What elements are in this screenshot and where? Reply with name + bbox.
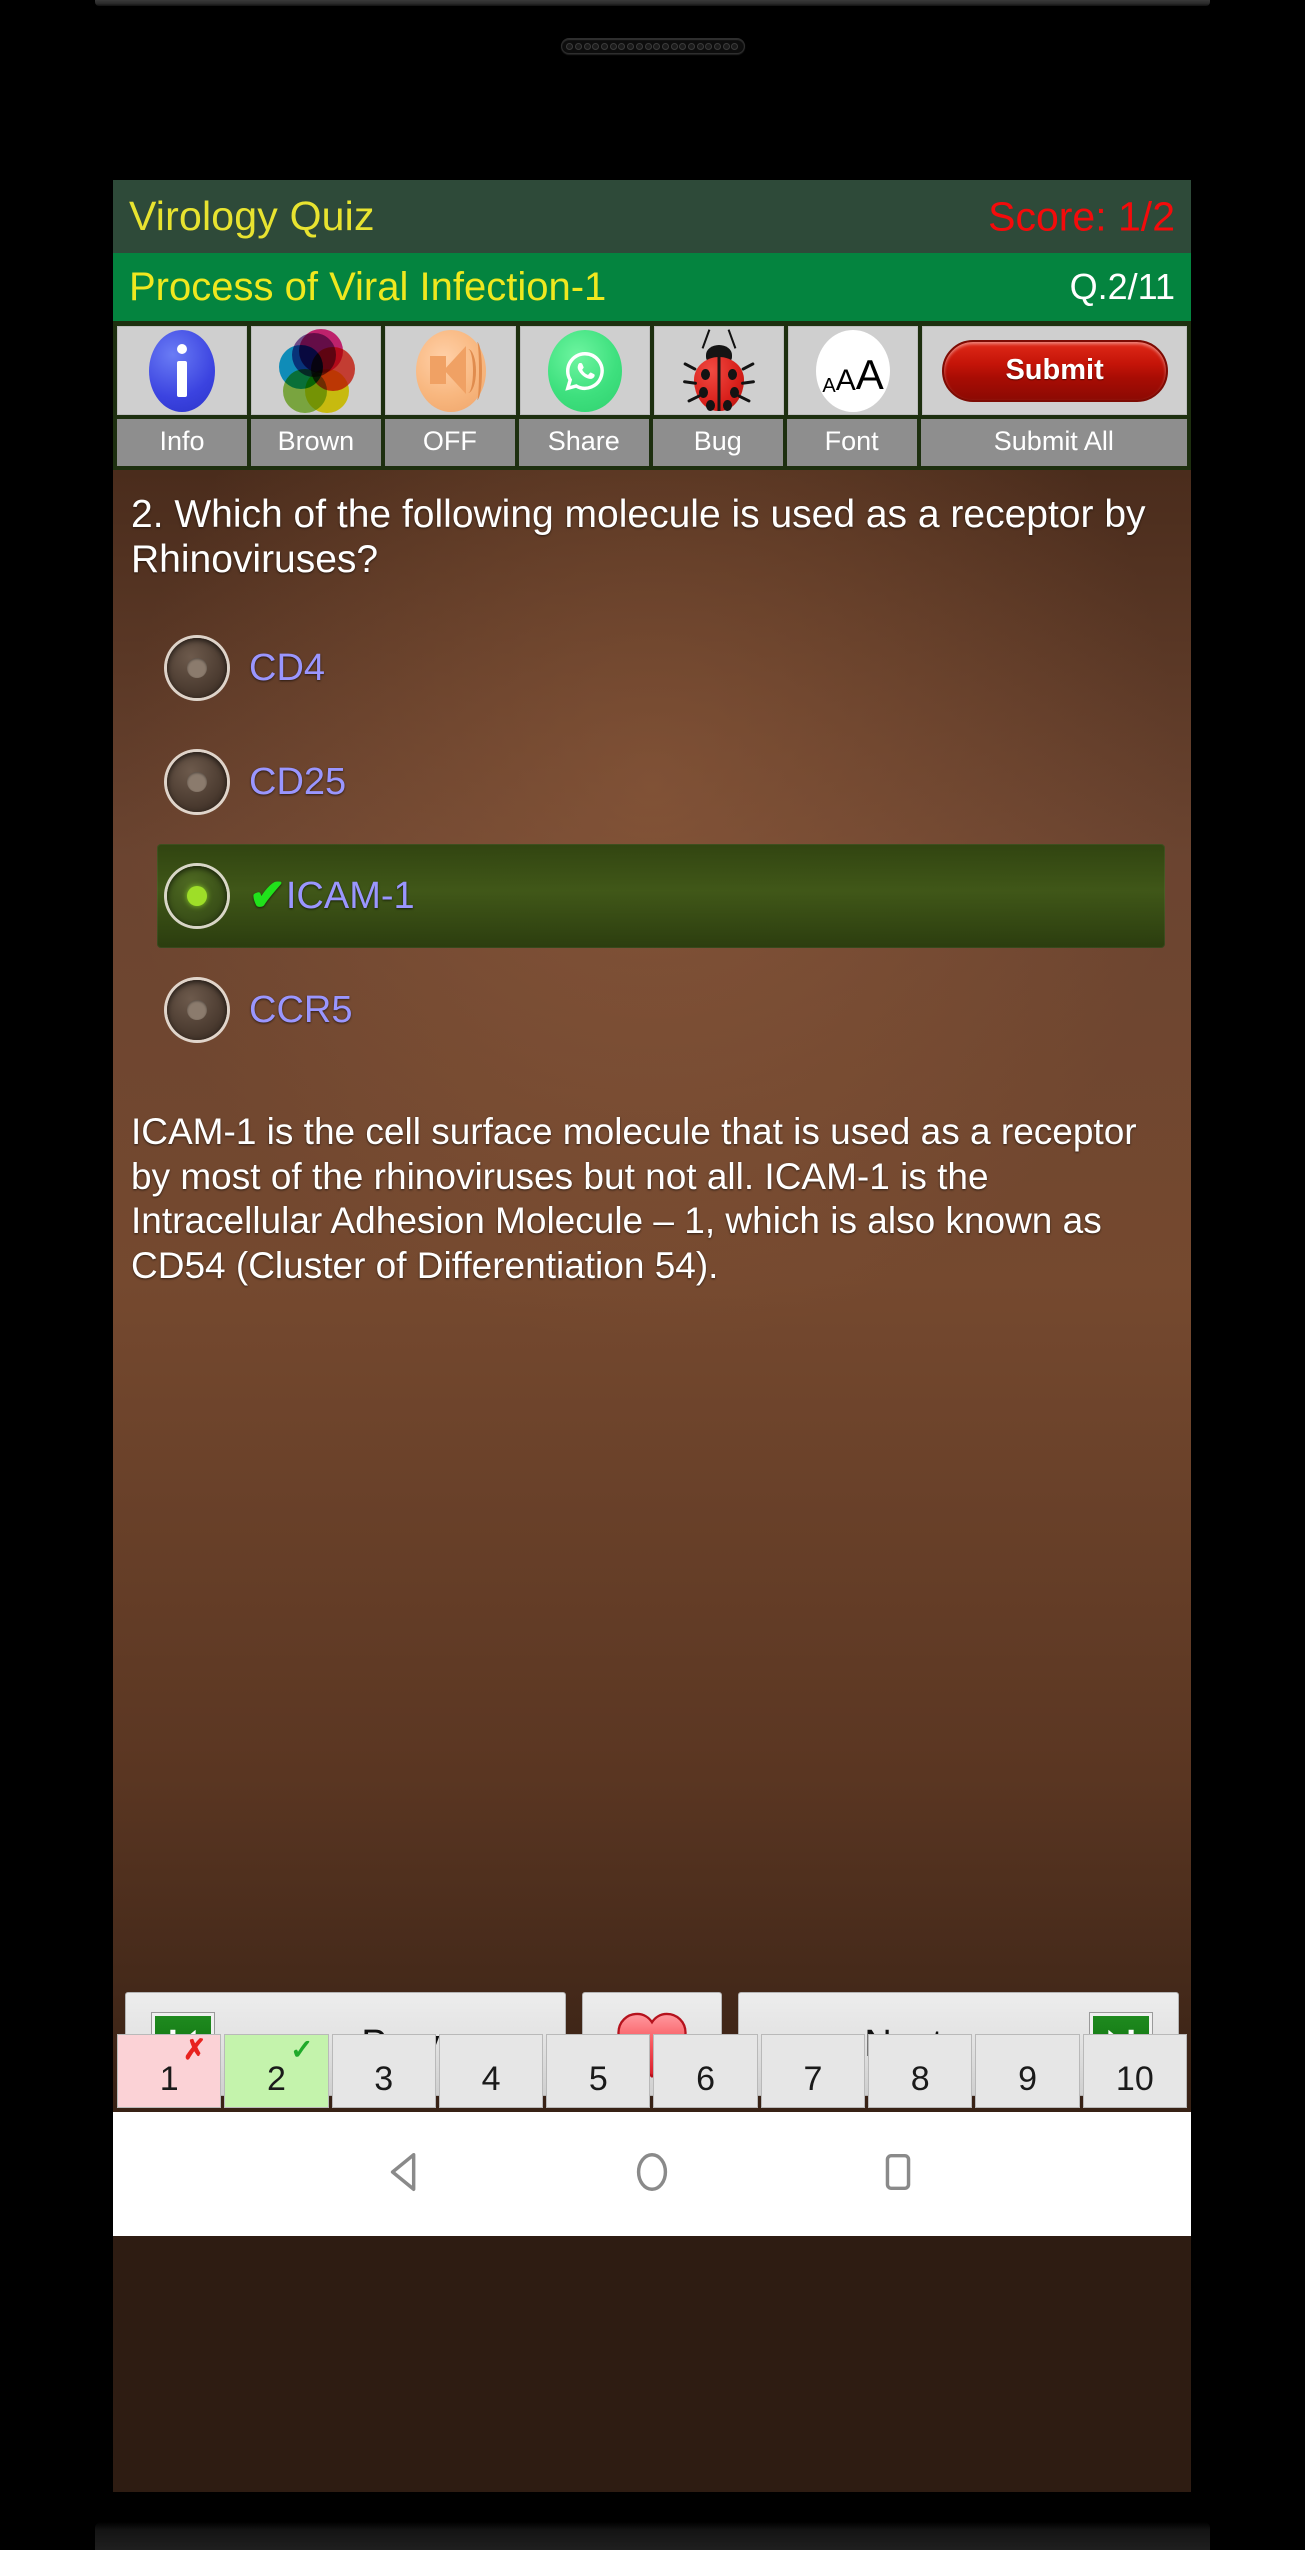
- option-label-cd4: CD4: [249, 646, 326, 689]
- topic-title: Process of Viral Infection-1: [129, 264, 607, 309]
- theme-color-button[interactable]: [251, 326, 382, 415]
- whatsapp-icon: [547, 329, 622, 412]
- pager-item-6[interactable]: 6: [653, 2034, 758, 2108]
- correct-check-icon: ✔: [249, 871, 286, 921]
- radio-button-ccr5[interactable]: [167, 980, 227, 1041]
- font-size-button[interactable]: AAA: [788, 326, 919, 415]
- sound-toggle-button[interactable]: [385, 326, 516, 415]
- explanation-text: ICAM-1 is the cell surface molecule that…: [131, 1111, 1137, 1286]
- score-display: Score: 1/2: [988, 193, 1175, 239]
- pager-item-4[interactable]: 4: [438, 2034, 544, 2108]
- report-bug-button[interactable]: [653, 326, 785, 415]
- radio-button-icam-1[interactable]: [167, 866, 227, 927]
- pager-mark-1: ✗: [182, 2034, 207, 2065]
- pager-number-5: 5: [588, 2060, 608, 2098]
- toolbar-icon-row: AAA Submit: [113, 326, 1191, 415]
- option-label-cd25: CD25: [249, 760, 347, 803]
- pager-number-10: 10: [1115, 2060, 1154, 2098]
- pager-item-10[interactable]: 10: [1082, 2034, 1187, 2108]
- android-system-nav-bar: [113, 2112, 1191, 2236]
- pager-item-1[interactable]: ✗ 1: [117, 2034, 222, 2108]
- ladybug-icon: [682, 328, 756, 413]
- share-button[interactable]: [519, 326, 650, 415]
- answer-options-list: CD4 CD25 ✔ ICAM-1 CCR5: [157, 616, 1173, 1062]
- app-screen: Virology Quiz Score: 1/2 Process of Vira…: [113, 180, 1191, 2492]
- toolbar-label-off[interactable]: OFF: [384, 419, 515, 466]
- submit-button-label: Submit: [941, 339, 1168, 402]
- option-label-ccr5: CCR5: [249, 988, 353, 1031]
- question-counter: Q.2/11: [1069, 266, 1175, 307]
- font-size-icon: AAA: [816, 329, 891, 412]
- info-icon: [149, 329, 216, 412]
- option-icam-1[interactable]: ✔ ICAM-1: [157, 844, 1165, 949]
- pager-item-3[interactable]: 3: [331, 2034, 436, 2108]
- device-top-bezel: [95, 0, 1210, 6]
- toolbar-label-info[interactable]: Info: [117, 419, 247, 466]
- pager-number-4: 4: [481, 2060, 501, 2098]
- back-icon[interactable]: [383, 2149, 429, 2200]
- color-wheel-icon: [279, 328, 356, 413]
- toolbar-label-brown[interactable]: Brown: [250, 419, 381, 466]
- phone-device: Virology Quiz Score: 1/2 Process of Vira…: [0, 0, 1305, 2550]
- toolbar-label-submit-all[interactable]: Submit All: [920, 419, 1187, 466]
- pager-item-5[interactable]: 5: [546, 2034, 651, 2108]
- pager-number-3: 3: [374, 2060, 394, 2098]
- option-label-icam-1: ICAM-1: [285, 874, 415, 917]
- pager-number-6: 6: [696, 2060, 716, 2098]
- pager-number-1: 1: [159, 2060, 179, 2098]
- pager-mark-2: ✓: [290, 2034, 314, 2065]
- home-icon[interactable]: [629, 2149, 675, 2200]
- pager-item-2[interactable]: ✓ 2: [224, 2034, 329, 2108]
- toolbar-label-font[interactable]: Font: [786, 419, 917, 466]
- pager-number-8: 8: [910, 2060, 930, 2098]
- pager-item-9[interactable]: 9: [975, 2034, 1080, 2108]
- device-bottom-bezel: [95, 2522, 1210, 2550]
- toolbar-label-share[interactable]: Share: [518, 419, 649, 466]
- question-pager: ✗ 1 ✓ 2 3 4 5 6 7 8 9 10: [117, 2034, 1187, 2108]
- submit-all-button[interactable]: Submit: [922, 326, 1188, 415]
- pager-item-7[interactable]: 7: [760, 2034, 866, 2108]
- toolbar: AAA Submit Info Brown OFF Share Bug Font…: [113, 321, 1191, 470]
- pager-item-8[interactable]: 8: [868, 2034, 973, 2108]
- app-title: Virology Quiz: [129, 193, 375, 239]
- option-cd4[interactable]: CD4: [157, 616, 1173, 720]
- option-cd25[interactable]: CD25: [157, 730, 1173, 834]
- earpiece-speaker-grille: [560, 38, 745, 54]
- toolbar-label-row: Info Brown OFF Share Bug Font Submit All: [113, 415, 1191, 470]
- pager-number-2: 2: [266, 2060, 286, 2098]
- recents-icon[interactable]: [875, 2149, 921, 2200]
- question-text: 2. Which of the following molecule is us…: [131, 493, 1146, 582]
- info-button[interactable]: [117, 326, 248, 415]
- radio-button-cd25[interactable]: [167, 752, 227, 813]
- topic-bar: Process of Viral Infection-1 Q.2/11: [113, 253, 1191, 321]
- radio-button-cd4[interactable]: [167, 638, 227, 699]
- toolbar-label-bug[interactable]: Bug: [652, 419, 783, 466]
- option-ccr5[interactable]: CCR5: [157, 958, 1173, 1062]
- pager-number-7: 7: [803, 2060, 823, 2098]
- pager-number-9: 9: [1018, 2060, 1037, 2098]
- question-area: 2. Which of the following molecule is us…: [113, 470, 1191, 2236]
- speaker-icon: [415, 329, 486, 412]
- app-title-bar: Virology Quiz Score: 1/2: [113, 180, 1191, 253]
